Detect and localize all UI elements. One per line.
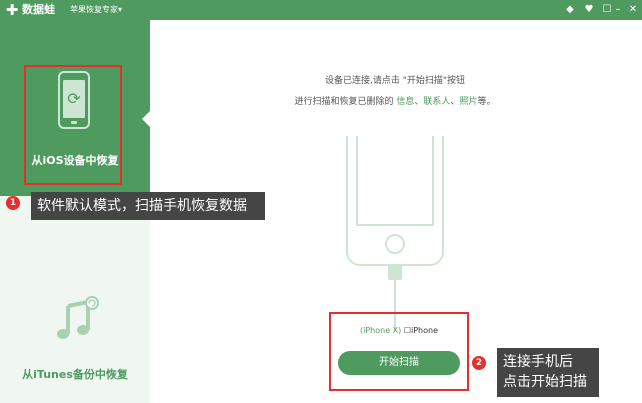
- annotation-number-2: 2: [472, 356, 486, 370]
- annotation-number-1: 1: [6, 196, 20, 210]
- link-info[interactable]: 信息: [396, 97, 414, 107]
- link-contacts[interactable]: 联系人: [423, 97, 450, 107]
- diamond-icon[interactable]: ◆: [563, 2, 577, 18]
- app-subtitle-dropdown[interactable]: 苹果恢复专家▾: [70, 3, 122, 17]
- heart-icon[interactable]: ♥: [582, 2, 596, 18]
- device-checkbox-icon: ☐: [403, 326, 411, 335]
- annotation-tooltip-2: 连接手机后 点击开始扫描: [497, 348, 599, 397]
- link-photos[interactable]: 照片: [459, 97, 477, 107]
- sidebar-item-label: 从iTunes备份中恢复: [22, 368, 128, 381]
- start-scan-button[interactable]: 开始扫描: [338, 351, 460, 375]
- app-logo-icon: ✚: [5, 1, 19, 19]
- highlight-box-1: [24, 65, 122, 185]
- music-note-icon: [57, 296, 99, 339]
- selection-pointer: [142, 111, 150, 127]
- title-bar: ✚ 数据蛙 苹果恢复专家▾ ◆ ♥ ☐ – ✕: [0, 0, 642, 20]
- annotation-tooltip-1: 软件默认模式，扫描手机恢复数据: [31, 192, 265, 220]
- phone-illustration: [346, 136, 444, 266]
- close-icon[interactable]: ✕: [626, 2, 640, 18]
- app-name: 数据蛙: [22, 3, 55, 16]
- device-label: (iPhone X) ☐iPhone: [329, 326, 469, 335]
- instruction-line-1: 设备已连接,请点击 "开始扫描"按钮: [324, 76, 465, 86]
- device-model: (iPhone X): [359, 326, 402, 335]
- cable-plug: [388, 264, 402, 280]
- device-name: iPhone: [410, 326, 438, 335]
- minimize-icon[interactable]: –: [611, 2, 625, 18]
- instruction-line-2: 进行扫描和恢复已删除的 信息、联系人、照片等。: [294, 97, 496, 107]
